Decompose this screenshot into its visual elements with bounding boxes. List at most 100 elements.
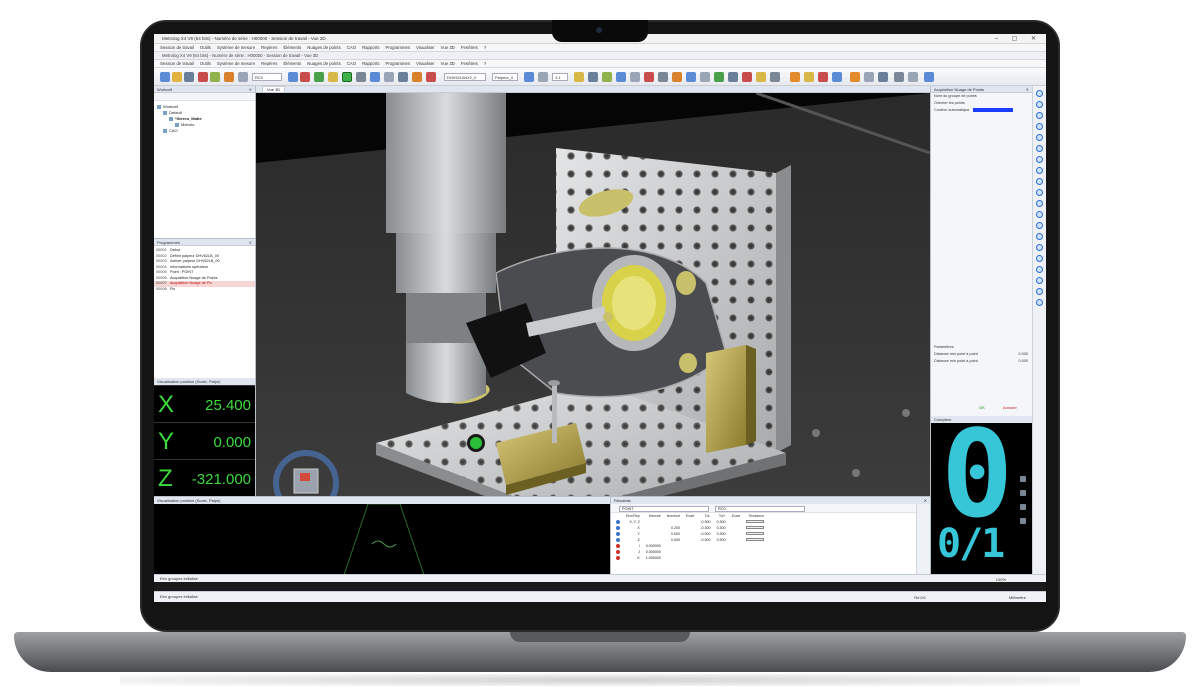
tool-icon[interactable] [1036, 189, 1043, 196]
tree-item[interactable]: CAO [157, 128, 255, 134]
tab-vue3d[interactable]: Vue 3D [262, 86, 286, 93]
tool-icon[interactable] [1036, 211, 1043, 218]
cylinder-icon[interactable] [630, 72, 640, 82]
menu2-nuages[interactable]: Nuages de points [307, 61, 340, 66]
align-icon[interactable] [588, 72, 598, 82]
menu2-vue3d[interactable]: Vue 3D [441, 61, 455, 66]
probe-combo[interactable]: DHV62LB4X2_0 [444, 73, 486, 81]
program-icon[interactable] [370, 72, 380, 82]
delete-icon[interactable] [1020, 476, 1026, 482]
pan-icon[interactable] [908, 72, 918, 82]
tool-icon[interactable] [1036, 123, 1043, 130]
plane-icon[interactable] [314, 72, 324, 82]
green-active-icon[interactable] [342, 72, 352, 82]
section-icon[interactable] [742, 72, 752, 82]
orient-points-checkbox[interactable]: Orienter les points [931, 100, 1032, 107]
view3d-canvas[interactable] [256, 93, 930, 496]
window-controls[interactable]: – ▢ ✕ [995, 35, 1042, 42]
menu2-fenetres[interactable]: Fenêtres [461, 61, 478, 66]
curve-icon[interactable] [728, 72, 738, 82]
tool-icon[interactable] [1036, 244, 1043, 251]
stop-icon[interactable] [818, 72, 828, 82]
new-icon[interactable] [160, 72, 170, 82]
tool-icon[interactable] [1036, 156, 1043, 163]
probe-icon[interactable] [198, 72, 208, 82]
tool-icon[interactable] [1036, 101, 1043, 108]
open-icon[interactable] [172, 72, 182, 82]
tool-combo[interactable]: Palpeur_0 [492, 73, 518, 81]
highlight-icon[interactable] [804, 72, 814, 82]
export-icon[interactable] [412, 72, 422, 82]
menu2-rapports[interactable]: Rapports [362, 61, 379, 66]
tool-icon[interactable] [1036, 288, 1043, 295]
menu2-visualiser[interactable]: Visualiser [416, 61, 435, 66]
camera-view-icon[interactable] [878, 72, 888, 82]
menu-cao[interactable]: CAO [347, 45, 356, 50]
tool-icon[interactable] [1036, 200, 1043, 207]
menu-visualiser[interactable]: Visualiser [416, 45, 435, 50]
surface-icon[interactable] [714, 72, 724, 82]
close-icon[interactable]: ✕ [1026, 86, 1029, 93]
tool-icon[interactable] [1036, 222, 1043, 229]
menu2-session[interactable]: Session de travail [160, 61, 194, 66]
tool-icon[interactable] [1036, 255, 1043, 262]
group-name-field[interactable]: Nom du groupe de points [931, 93, 1032, 100]
print-icon[interactable] [1020, 504, 1026, 510]
menu-outils[interactable]: Outils [200, 45, 211, 50]
cone-icon[interactable] [644, 72, 654, 82]
light-icon[interactable] [864, 72, 874, 82]
menu-vue3d[interactable]: Vue 3D [441, 45, 455, 50]
construct-icon[interactable] [602, 72, 612, 82]
menu-systeme[interactable]: Système de mesure [217, 45, 255, 50]
zoom-icon[interactable] [538, 72, 548, 82]
torus-icon[interactable] [700, 72, 710, 82]
menu-reperes[interactable]: Repères [261, 45, 277, 50]
play-icon[interactable] [832, 72, 842, 82]
tool-icon[interactable] [1036, 145, 1043, 152]
menu2-programmes[interactable]: Programmes [386, 61, 411, 66]
circle-icon[interactable] [328, 72, 338, 82]
menu-fenetres[interactable]: Fenêtres [461, 45, 478, 50]
settings-icon[interactable] [238, 72, 248, 82]
home-icon[interactable] [850, 72, 860, 82]
menu-session[interactable]: Session de travail [160, 45, 194, 50]
tool-icon[interactable] [1036, 277, 1043, 284]
measure-icon[interactable] [210, 72, 220, 82]
point-icon[interactable] [300, 72, 310, 82]
menu2-elements[interactable]: Éléments [283, 61, 301, 66]
menu-nuages[interactable]: Nuages de points [307, 45, 340, 50]
menu2-systeme[interactable]: Système de mesure [217, 61, 255, 66]
alert-icon[interactable] [426, 72, 436, 82]
slot-icon[interactable] [686, 72, 696, 82]
auto-color-field[interactable]: Couleur automatique [931, 107, 1032, 114]
menu2-outils[interactable]: Outils [200, 61, 211, 66]
tool-icon[interactable] [1036, 134, 1043, 141]
fit-icon[interactable] [894, 72, 904, 82]
menu-elements[interactable]: Éléments [283, 45, 301, 50]
menu-programmes[interactable]: Programmes [386, 45, 411, 50]
menu-help[interactable]: ? [484, 45, 486, 50]
copy-icon[interactable] [1020, 490, 1026, 496]
save-icon[interactable] [184, 72, 194, 82]
menu-rapports[interactable]: Rapports [362, 45, 379, 50]
close-icon[interactable]: ✕ [249, 239, 252, 246]
tool-icon[interactable] [1036, 167, 1043, 174]
scan-icon[interactable] [790, 72, 800, 82]
distance-field[interactable]: Distance min point à point 0.000 [931, 358, 1032, 365]
frame-icon[interactable] [288, 72, 298, 82]
view-icon[interactable] [398, 72, 408, 82]
close-icon[interactable]: ✕ [249, 86, 252, 93]
export-icon[interactable] [1020, 518, 1026, 524]
tool-icon[interactable] [1036, 178, 1043, 185]
more-icon[interactable] [924, 72, 934, 82]
element-combo[interactable]: POINT [619, 506, 709, 512]
tool-icon[interactable] [1036, 90, 1043, 97]
menu2-cao[interactable]: CAO [347, 61, 356, 66]
gdt-icon[interactable] [756, 72, 766, 82]
color-swatch[interactable] [973, 108, 1014, 112]
tool-icon[interactable] [1036, 299, 1043, 306]
measure-tool-icon[interactable] [574, 72, 584, 82]
cube-icon[interactable] [616, 72, 626, 82]
program-row[interactable]: 00008 Fin [154, 287, 255, 293]
tool-icon[interactable] [384, 72, 394, 82]
